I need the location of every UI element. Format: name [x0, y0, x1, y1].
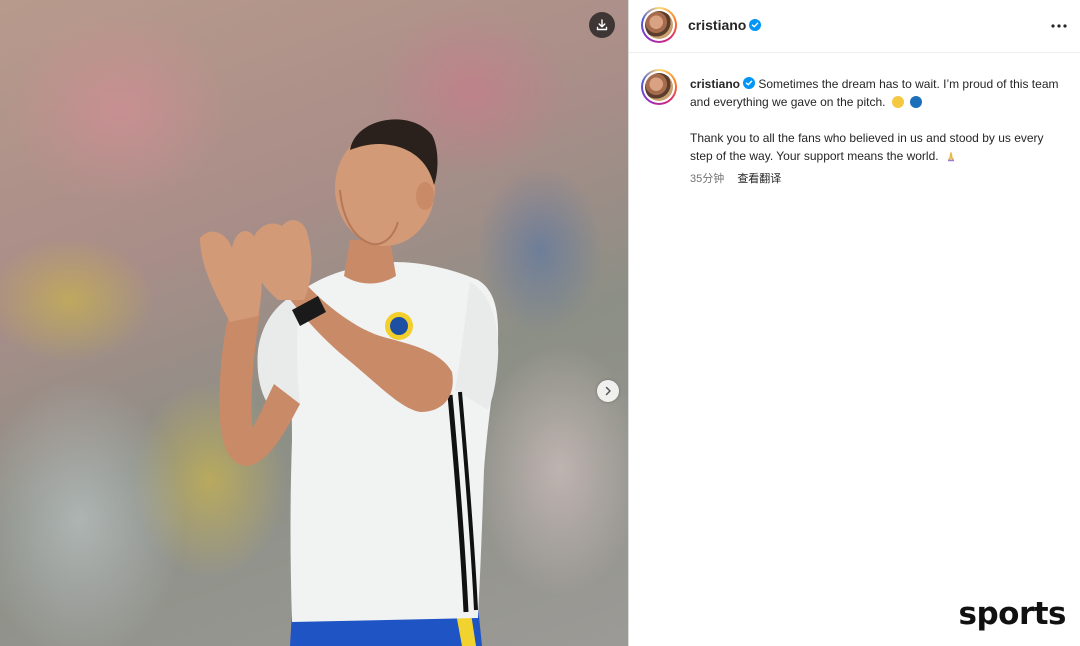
header-username-line: cristiano	[688, 17, 762, 33]
more-options-button[interactable]	[1050, 17, 1068, 35]
post-photo[interactable]	[0, 0, 628, 646]
verified-badge-icon	[749, 19, 762, 31]
caption-body: cristiano Sometimes the dream has to wai…	[690, 75, 1068, 188]
next-image-button[interactable]	[597, 380, 619, 402]
post-panel: cristiano cristiano Sometimes the dream …	[629, 0, 1080, 646]
yellow-heart-emoji-icon	[891, 96, 904, 108]
header-username[interactable]: cristiano	[688, 17, 746, 33]
post-header: cristiano	[629, 0, 1080, 53]
caption-paragraph-1: cristiano Sometimes the dream has to wai…	[690, 75, 1068, 111]
verified-badge-icon	[743, 77, 756, 89]
caption-paragraph-2: Thank you to all the fans who believed i…	[690, 129, 1068, 165]
caption-avatar[interactable]	[641, 69, 677, 105]
see-translation-link[interactable]: 查看翻译	[737, 173, 781, 185]
post-time: 35分钟	[690, 173, 725, 185]
download-icon	[596, 19, 608, 31]
praying-hands-emoji-icon	[947, 151, 954, 162]
caption-username[interactable]: cristiano	[690, 77, 740, 91]
avatar[interactable]	[641, 7, 677, 43]
download-button[interactable]	[589, 12, 615, 38]
post-meta: 35分钟 查看翻译	[690, 170, 1068, 188]
player-photo	[200, 119, 499, 646]
caption-text-2: Thank you to all the fans who believed i…	[690, 131, 1044, 163]
more-options-icon	[1051, 24, 1067, 28]
chevron-right-icon	[605, 386, 611, 396]
blue-heart-emoji-icon	[910, 96, 923, 108]
sports-watermark: sports	[958, 596, 1067, 632]
